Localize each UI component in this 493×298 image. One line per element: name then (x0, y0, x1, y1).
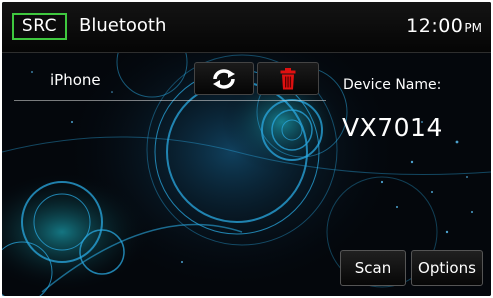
source-title: Bluetooth (79, 15, 167, 36)
clock-time: 12:00 (406, 15, 464, 37)
trash-icon (280, 67, 296, 89)
connect-icon (213, 68, 235, 89)
clock-ampm: PM (464, 21, 482, 35)
paired-device-row[interactable]: iPhone (14, 62, 326, 101)
top-bar: SRC Bluetooth 12:00PM (2, 2, 491, 53)
device-name-caption: Device Name: (343, 77, 442, 93)
connect-button[interactable] (194, 62, 254, 95)
scan-button[interactable]: Scan (340, 250, 406, 286)
clock: 12:00PM (406, 14, 482, 40)
device-name-value: VX7014 (342, 113, 443, 142)
head-unit-screen: SRC Bluetooth 12:00PM iPhone Device Name… (2, 2, 491, 296)
options-button[interactable]: Options (411, 250, 483, 286)
delete-button[interactable] (257, 62, 319, 95)
src-button[interactable]: SRC (12, 13, 67, 40)
paired-device-name: iPhone (50, 71, 101, 89)
